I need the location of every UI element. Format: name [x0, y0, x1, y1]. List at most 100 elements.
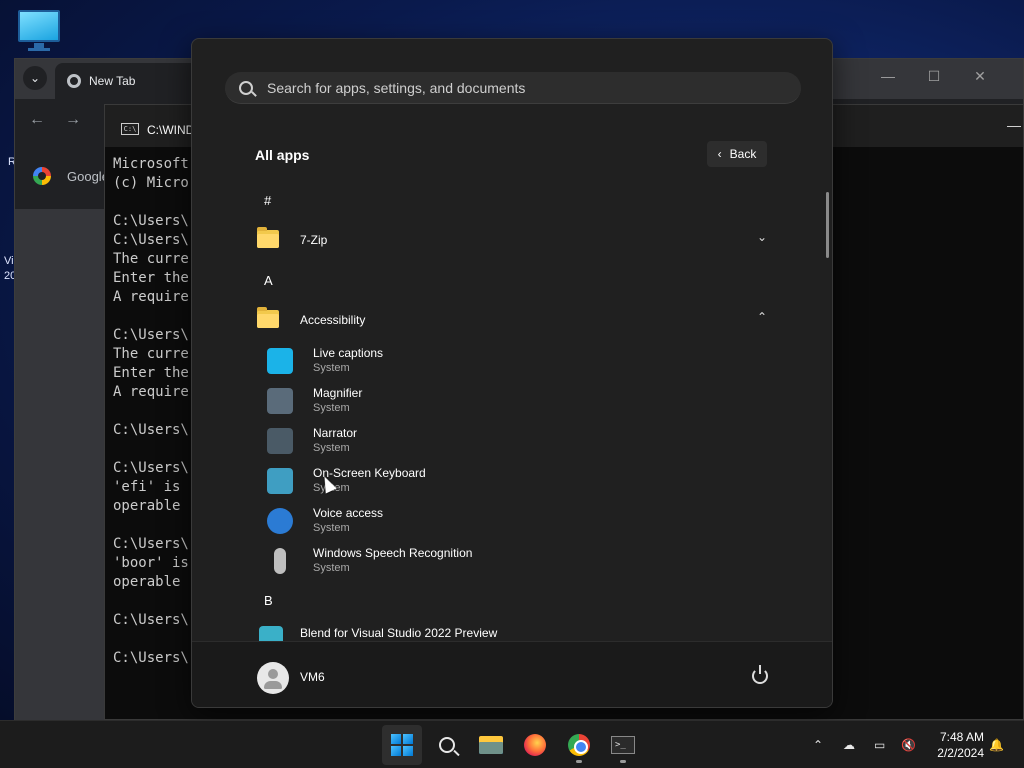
onedrive-offline-icon[interactable]: ☁ — [843, 721, 855, 768]
folder-icon — [257, 227, 279, 248]
apps-list-scrollbar[interactable] — [826, 192, 829, 258]
network-icon[interactable]: ▭ — [874, 721, 885, 768]
back-arrow-icon[interactable]: ← — [29, 111, 45, 129]
app-name: Blend for Visual Studio 2022 Preview — [300, 626, 498, 640]
microphone-icon — [274, 548, 286, 574]
app-publisher: System — [313, 402, 350, 414]
cmd-output-line: 'efi' is — [113, 479, 181, 495]
start-menu: All apps ‹ Back # 7-Zip ⌄ A Accessibilit… — [191, 38, 833, 708]
forward-arrow-icon[interactable]: → — [65, 111, 81, 129]
user-name[interactable]: VM6 — [300, 670, 325, 684]
app-publisher: System — [313, 362, 350, 374]
windows-logo-icon — [391, 734, 413, 756]
tab-search-dropdown-button[interactable]: ⌄ — [23, 66, 47, 90]
app-magnifier[interactable]: Magnifier System — [267, 382, 767, 422]
all-apps-heading: All apps — [255, 147, 310, 163]
terminal-button[interactable]: >_ — [603, 725, 643, 765]
app-on-screen-keyboard[interactable]: On-Screen Keyboard System — [267, 462, 767, 502]
chevron-up-icon: ⌃ — [756, 310, 767, 324]
google-shortcut-label[interactable]: Google — [67, 169, 109, 184]
avatar[interactable] — [257, 662, 289, 694]
chevron-up-icon[interactable]: ⌃ — [813, 721, 823, 768]
cmd-output-line: 'boor' is — [113, 555, 189, 571]
cmd-output-line: C:\Users\ — [113, 612, 189, 628]
cmd-output-line — [113, 440, 189, 459]
app-name: Windows Speech Recognition — [313, 546, 473, 560]
app-publisher: System — [313, 522, 350, 534]
cmd-output-line — [113, 630, 189, 649]
chevron-down-icon: ⌄ — [756, 230, 767, 244]
app-name: Narrator — [313, 426, 358, 440]
folder-icon — [257, 307, 279, 328]
search-icon — [239, 80, 253, 95]
cmd-output-line — [113, 516, 189, 535]
cmd-output-line — [113, 592, 189, 611]
cmd-output-line: The curre — [113, 346, 189, 362]
start-search-box[interactable] — [225, 72, 801, 104]
cmd-output-line: (c) Micro — [113, 175, 189, 191]
app-blend-visual-studio[interactable]: Blend for Visual Studio 2022 Preview — [255, 624, 775, 641]
cmd-output-line: The curre — [113, 251, 189, 267]
minimize-icon[interactable]: — — [1007, 117, 1021, 133]
chrome-tab-favicon-icon — [67, 74, 81, 88]
search-icon — [439, 737, 455, 753]
maximize-icon[interactable]: ☐ — [911, 59, 957, 93]
cmd-output-line: operable — [113, 574, 181, 590]
folder-accessibility[interactable]: Accessibility ⌃ — [255, 305, 775, 335]
volume-muted-icon[interactable]: 🔇 — [901, 721, 916, 768]
app-windows-speech-recognition[interactable]: Windows Speech Recognition System — [267, 542, 767, 582]
cmd-output-line: C:\Users\ — [113, 213, 189, 229]
keyboard-icon — [267, 468, 293, 494]
chrome-tab-title: New Tab — [89, 74, 136, 88]
this-pc-desktop-icon[interactable] — [14, 8, 64, 52]
app-voice-access[interactable]: Voice access System — [267, 502, 767, 542]
firefox-icon — [524, 734, 546, 756]
cmd-output-line: Enter the — [113, 365, 189, 381]
cmd-output-line: Enter the — [113, 270, 189, 286]
start-button[interactable] — [382, 725, 422, 765]
close-icon[interactable]: ✕ — [957, 59, 1003, 93]
cmd-title: C:\WIND — [147, 123, 195, 137]
search-input[interactable] — [267, 79, 767, 96]
folder-label: 7-Zip — [300, 233, 328, 247]
cmd-output-line — [113, 193, 189, 212]
folder-label: Accessibility — [300, 313, 366, 327]
file-explorer-icon — [479, 736, 503, 754]
taskbar-clock[interactable]: 7:48 AM 2/2/2024 — [928, 729, 984, 761]
cmd-output[interactable]: Microsoft (c) Micro C:\Users\ C:\Users\ The… — [113, 155, 189, 668]
back-button[interactable]: ‹ Back — [707, 141, 767, 167]
app-publisher: System — [313, 562, 350, 574]
cmd-icon: C:\ — [121, 123, 139, 135]
app-live-captions[interactable]: Live captions System — [267, 342, 767, 382]
google-icon[interactable] — [33, 167, 51, 185]
desktop-icon-label-fragment: Vi — [4, 255, 14, 267]
group-header-b[interactable]: B — [264, 593, 273, 608]
all-apps-list[interactable]: # 7-Zip ⌄ A Accessibility ⌃ Live caption… — [192, 179, 832, 641]
minimize-icon[interactable]: — — [865, 59, 911, 93]
clock-time: 7:48 AM — [939, 730, 984, 744]
notification-bell-icon[interactable]: 🔔 — [989, 721, 1004, 768]
app-publisher: System — [313, 442, 350, 454]
running-indicator — [576, 760, 582, 763]
firefox-button[interactable] — [515, 725, 555, 765]
taskbar-search-button[interactable] — [427, 725, 467, 765]
cmd-output-line: C:\Users\ — [113, 327, 189, 343]
power-icon[interactable] — [752, 665, 768, 684]
file-explorer-button[interactable] — [471, 725, 511, 765]
cmd-output-line: C:\Users\ — [113, 232, 189, 248]
group-header-hash[interactable]: # — [264, 193, 271, 208]
group-header-a[interactable]: A — [264, 273, 273, 288]
running-indicator — [620, 760, 626, 763]
cmd-output-line: C:\Users\ — [113, 650, 189, 666]
voice-access-icon — [267, 508, 293, 534]
folder-7zip[interactable]: 7-Zip ⌄ — [255, 225, 775, 255]
cmd-output-line: A require — [113, 384, 189, 400]
app-name: Magnifier — [313, 386, 363, 400]
chrome-button[interactable] — [559, 725, 599, 765]
cmd-output-line — [113, 307, 189, 326]
app-narrator[interactable]: Narrator System — [267, 422, 767, 462]
app-name: Live captions — [313, 346, 384, 360]
cmd-output-line: A require — [113, 289, 189, 305]
start-menu-footer: VM6 — [192, 641, 832, 707]
terminal-icon: >_ — [611, 736, 635, 754]
